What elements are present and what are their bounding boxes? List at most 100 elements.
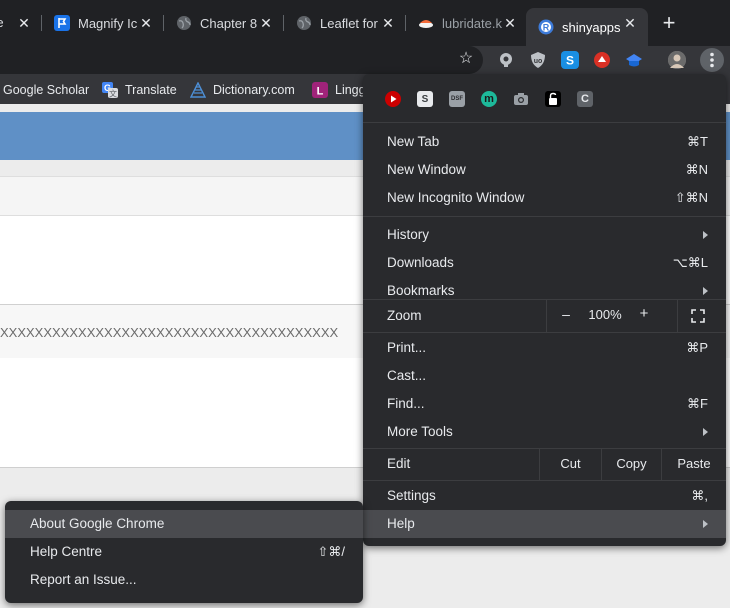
tab-close-icon[interactable]: ✕ [16, 15, 32, 31]
submenu-arrow-icon [703, 520, 708, 528]
svg-text:uo: uo [534, 58, 543, 65]
menu-item-new-incognito-window[interactable]: New Incognito Window ⇧⌘N [363, 184, 726, 212]
tab-close-icon[interactable]: ✕ [502, 15, 518, 31]
submenu-item-help-centre[interactable]: Help Centre ⇧⌘/ [5, 538, 363, 566]
google-translate-icon: G文 [102, 82, 118, 98]
menu-item-help[interactable]: Help [363, 510, 726, 538]
s-icon[interactable]: S [417, 91, 433, 107]
ublock-extension-icon[interactable]: uo [529, 51, 547, 69]
youtube-icon[interactable] [385, 91, 401, 107]
tab-6-active[interactable]: R shinyapps ✕ [526, 8, 648, 46]
zoom-controls: – 100% + [546, 300, 726, 332]
submenu-arrow-icon [703, 231, 708, 239]
zoom-out-button[interactable]: – [559, 306, 573, 322]
profile-avatar[interactable] [668, 51, 686, 69]
tab-1[interactable]: re ✕ [0, 8, 42, 38]
camera-icon[interactable] [513, 91, 529, 107]
tab-close-icon[interactable]: ✕ [138, 15, 154, 31]
zoom-label: Zoom [387, 308, 422, 323]
extension-icons-row: S DSF m C [385, 91, 609, 107]
new-tab-plus-icon[interactable]: + [656, 11, 682, 37]
fullscreen-icon[interactable] [677, 300, 717, 332]
menu-item-shortcut: ⌘N [685, 162, 708, 177]
submenu-item-report-an-issue[interactable]: Report an Issue... [5, 566, 363, 594]
tab-4[interactable]: Leaflet for ✕ [284, 8, 406, 38]
menu-item-label: More Tools [387, 424, 453, 439]
menu-item-shortcut: ⌘P [686, 340, 708, 355]
help-submenu: About Google Chrome Help Centre ⇧⌘/ Repo… [5, 501, 363, 603]
globe-icon [296, 15, 312, 31]
row-text: XXXXXXXXXXXXXXXXXXXXXXXXXXXXXXXXXXXXXXX [0, 325, 339, 340]
menu-item-label: Settings [387, 488, 436, 503]
menu-item-label: Downloads [387, 255, 454, 270]
tab-3[interactable]: Chapter 8 ✕ [164, 8, 284, 38]
menu-item-label: New Window [387, 162, 466, 177]
menu-item-shortcut: ⌘F [687, 396, 708, 411]
menu-divider [363, 122, 726, 123]
menu-item-history[interactable]: History [363, 221, 726, 249]
menu-item-shortcut: ⌘, [691, 488, 708, 503]
svg-text:S: S [566, 54, 574, 68]
menu-item-find[interactable]: Find... ⌘F [363, 390, 726, 418]
menu-item-label: Help [387, 516, 415, 531]
zoom-level: 100% [588, 307, 622, 322]
cut-button[interactable]: Cut [539, 448, 601, 480]
svg-text:R: R [543, 23, 550, 33]
menu-item-label: History [387, 227, 430, 242]
bookmark-star-icon[interactable]: ☆ [457, 50, 475, 68]
tab-2[interactable]: Magnify Ic ✕ [42, 8, 164, 38]
zoom-in-button[interactable]: + [637, 305, 651, 322]
s-extension-icon[interactable]: S [561, 51, 579, 69]
submenu-item-about-google-chrome[interactable]: About Google Chrome [5, 510, 363, 538]
menu-item-label: New Incognito Window [387, 190, 525, 205]
sushi-icon [418, 15, 434, 31]
menu-item-shortcut: ⌘T [687, 134, 708, 149]
copy-button[interactable]: Copy [601, 448, 661, 480]
graduation-cap-extension-icon[interactable] [625, 51, 643, 69]
bookmark-google-scholar[interactable]: Google Scholar [3, 82, 89, 98]
dsf-icon[interactable]: DSF [449, 91, 465, 107]
submenu-item-label: About Google Chrome [30, 516, 165, 531]
address-bar[interactable] [0, 46, 483, 74]
shinyapps-icon: R [538, 19, 554, 35]
menu-item-downloads[interactable]: Downloads ⌥⌘L [363, 249, 726, 277]
menu-item-settings[interactable]: Settings ⌘, [363, 482, 726, 510]
toolbar: ☆ uo S [0, 46, 730, 76]
bookmark-label: Dictionary.com [213, 83, 295, 97]
kebab-menu-icon[interactable] [700, 48, 724, 72]
menu-item-label: Find... [387, 396, 425, 411]
menu-item-more-tools[interactable]: More Tools [363, 418, 726, 446]
menu-item-label: Print... [387, 340, 427, 355]
tab-title: Leaflet for [320, 15, 378, 31]
menu-item-label: New Tab [387, 134, 440, 149]
bookmark-translate[interactable]: G文 Translate [102, 82, 177, 98]
c-icon[interactable]: C [577, 91, 593, 107]
lightbulb-extension-icon[interactable] [497, 51, 515, 69]
menu-item-new-tab[interactable]: New Tab ⌘T [363, 128, 726, 156]
dictionary-icon [190, 82, 206, 98]
svg-text:文: 文 [109, 89, 117, 99]
bookmark-dictionary[interactable]: Dictionary.com [190, 82, 295, 98]
menu-item-cast[interactable]: Cast... [363, 362, 726, 390]
menu-item-new-window[interactable]: New Window ⌘N [363, 156, 726, 184]
tab-title: Chapter 8 [200, 15, 258, 31]
bookmark-label: Google Scholar [3, 83, 90, 97]
svg-text:L: L [317, 86, 324, 98]
m-icon[interactable]: m [481, 91, 497, 107]
tab-close-icon[interactable]: ✕ [258, 15, 274, 31]
tab-close-icon[interactable]: ✕ [380, 15, 396, 31]
submenu-item-label: Report an Issue... [30, 572, 137, 587]
tab-5[interactable]: lubridate.k ✕ [406, 8, 528, 38]
bookmark-label: Lingg [335, 83, 366, 97]
red-extension-icon[interactable] [593, 51, 611, 69]
tab-strip: re ✕ Magnify Ic ✕ Chapter 8 ✕ Leaflet fo… [0, 0, 730, 46]
submenu-arrow-icon [703, 287, 708, 295]
lock-icon[interactable] [545, 91, 561, 107]
globe-icon [176, 15, 192, 31]
paste-button[interactable]: Paste [661, 448, 726, 480]
tab-title: lubridate.k [442, 15, 502, 31]
menu-item-shortcut: ⌥⌘L [672, 255, 708, 270]
bookmark-lingg[interactable]: L Lingg [312, 82, 366, 98]
tab-close-icon[interactable]: ✕ [622, 15, 638, 31]
menu-item-print[interactable]: Print... ⌘P [363, 334, 726, 362]
